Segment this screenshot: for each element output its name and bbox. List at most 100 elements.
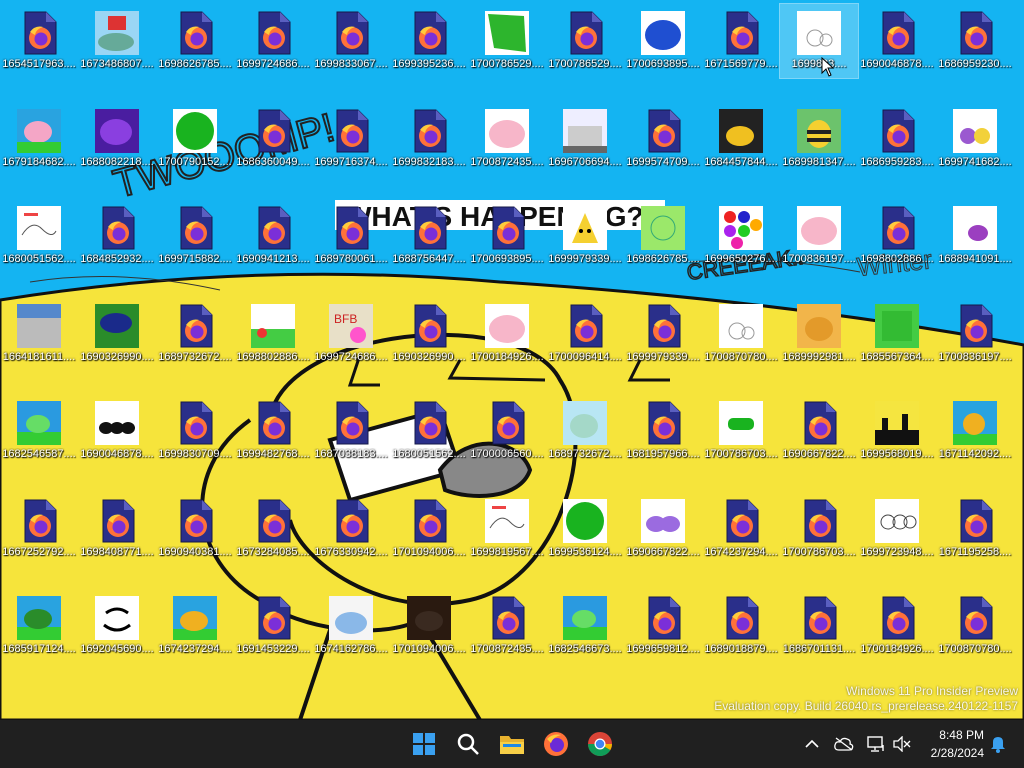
desktop-icon[interactable]: 1689732672....: [156, 297, 234, 371]
desktop-icon[interactable]: 1671142092....: [936, 394, 1014, 468]
desktop-icon[interactable]: 1700870780....: [936, 589, 1014, 663]
desktop-icon[interactable]: 1674162786....: [312, 589, 390, 663]
desktop-icon[interactable]: 1700693895....: [468, 199, 546, 273]
search-button[interactable]: [448, 724, 488, 764]
desktop-icon[interactable]: 1690046878....: [858, 4, 936, 78]
desktop-icon[interactable]: 1700096414....: [546, 297, 624, 371]
desktop-icon[interactable]: 1654517963....: [0, 4, 78, 78]
desktop-icon[interactable]: 1686701131....: [780, 589, 858, 663]
desktop-icon[interactable]: 1698626785....: [624, 199, 702, 273]
desktop-icon[interactable]: 1700786703....: [780, 492, 858, 566]
desktop-icon[interactable]: 1700872435....: [468, 102, 546, 176]
desktop-icon[interactable]: 1700693895....: [624, 4, 702, 78]
desktop-icon[interactable]: 1699833067....: [312, 4, 390, 78]
desktop-icon[interactable]: 1699715882....: [156, 199, 234, 273]
desktop-icon[interactable]: 1689992981....: [780, 297, 858, 371]
desktop-icon[interactable]: 1674237294....: [702, 492, 780, 566]
desktop-icon[interactable]: 1699574709....: [624, 102, 702, 176]
network-tray-button[interactable]: [864, 732, 888, 756]
desktop-icon[interactable]: 1700836197....: [780, 199, 858, 273]
desktop-icon[interactable]: 1688756447....: [390, 199, 468, 273]
file-explorer-button[interactable]: [492, 724, 532, 764]
desktop-icon[interactable]: 1689732672....: [546, 394, 624, 468]
desktop-icon[interactable]: 1689780061....: [312, 199, 390, 273]
desktop-icon[interactable]: 1699979339....: [546, 199, 624, 273]
desktop-icon[interactable]: 1688941091....: [936, 199, 1014, 273]
desktop-icon[interactable]: 1699482768....: [234, 394, 312, 468]
desktop-icon[interactable]: 1685567364....: [858, 297, 936, 371]
desktop-icon[interactable]: 1686959283....: [858, 102, 936, 176]
desktop-icon[interactable]: 1684852932....: [78, 199, 156, 273]
desktop-icon[interactable]: 1699716374....: [312, 102, 390, 176]
desktop-icon[interactable]: 1688082218....: [78, 102, 156, 176]
desktop-icon[interactable]: 1680051562....: [0, 199, 78, 273]
desktop-icon[interactable]: 1698802886....: [858, 199, 936, 273]
desktop-icon[interactable]: 1699741682....: [936, 102, 1014, 176]
desktop-icon[interactable]: 1699724686....: [234, 4, 312, 78]
firefox-taskbar-button[interactable]: [536, 724, 576, 764]
desktop-icon[interactable]: 1673284085....: [234, 492, 312, 566]
volume-tray-button[interactable]: [890, 732, 914, 756]
desktop-icon[interactable]: 1700006560....: [468, 394, 546, 468]
desktop-icon[interactable]: 1667252792....: [0, 492, 78, 566]
desktop-icon[interactable]: 1700786703....: [702, 394, 780, 468]
desktop-icon[interactable]: 1686959230....: [936, 4, 1014, 78]
desktop-icon[interactable]: 1692045690....: [78, 589, 156, 663]
desktop-icon[interactable]: 1699568019....: [858, 394, 936, 468]
desktop-icon[interactable]: 1699723948....: [858, 492, 936, 566]
desktop-icon[interactable]: 1671195258....: [936, 492, 1014, 566]
desktop-icon[interactable]: 1696706694....: [546, 102, 624, 176]
desktop-icon[interactable]: 1701094006....: [390, 492, 468, 566]
desktop-icon[interactable]: 1679184682....: [0, 102, 78, 176]
desktop-icon[interactable]: 1700790152....: [156, 102, 234, 176]
desktop-icon[interactable]: 1690326990....: [390, 297, 468, 371]
desktop-icon[interactable]: 1687038183....: [312, 394, 390, 468]
desktop-icon[interactable]: BFB 1699724686....: [312, 297, 390, 371]
desktop-icon[interactable]: 1698802886....: [234, 297, 312, 371]
chrome-taskbar-button[interactable]: [580, 724, 620, 764]
desktop-icon[interactable]: 1700184926....: [468, 297, 546, 371]
desktop-icon[interactable]: 1682546587....: [0, 394, 78, 468]
desktop-icon[interactable]: 1664181611....: [0, 297, 78, 371]
desktop-icon[interactable]: 1699536124....: [546, 492, 624, 566]
desktop-icon[interactable]: 1690667822....: [624, 492, 702, 566]
desktop-icon[interactable]: 1691453229....: [234, 589, 312, 663]
desktop-icon[interactable]: 1689018879....: [702, 589, 780, 663]
desktop-icon[interactable]: 1700184926....: [858, 589, 936, 663]
desktop-icon[interactable]: 1676330942....: [312, 492, 390, 566]
desktop-icon[interactable]: 1700786529....: [546, 4, 624, 78]
desktop-icon[interactable]: 1682546673....: [546, 589, 624, 663]
desktop-icon[interactable]: 1673486807....: [78, 4, 156, 78]
desktop-icon[interactable]: 1700870780....: [702, 297, 780, 371]
system-clock[interactable]: 8:48 PM 2/28/2024: [920, 726, 984, 762]
desktop-icon[interactable]: 1690046878....: [78, 394, 156, 468]
desktop-icon[interactable]: 1699650276....: [702, 199, 780, 273]
desktop-icon[interactable]: 1685917124....: [0, 589, 78, 663]
desktop-icon[interactable]: 1699659812....: [624, 589, 702, 663]
desktop-icon[interactable]: 1674237294....: [156, 589, 234, 663]
desktop-icon[interactable]: 1699819567....: [468, 492, 546, 566]
desktop-icon[interactable]: 1680051562....: [390, 394, 468, 468]
desktop-icon[interactable]: 1690941213....: [234, 199, 312, 273]
desktop-icon[interactable]: 1684457844....: [702, 102, 780, 176]
desktop-icon[interactable]: 1671569779....: [702, 4, 780, 78]
desktop-icon[interactable]: 1699830709....: [156, 394, 234, 468]
desktop[interactable]: TWOOOMP! WHAT'S HAPPENING?!! CREEEAK.. W…: [0, 0, 1024, 720]
notifications-button[interactable]: [986, 732, 1010, 756]
desktop-icon[interactable]: 1681957966....: [624, 394, 702, 468]
desktop-icon[interactable]: 1699832183....: [390, 102, 468, 176]
desktop-icon[interactable]: 1700836197....: [936, 297, 1014, 371]
desktop-icon[interactable]: 1689981347....: [780, 102, 858, 176]
desktop-icon[interactable]: 1690667822....: [780, 394, 858, 468]
show-hidden-icons-button[interactable]: [800, 732, 824, 756]
desktop-icon[interactable]: 1699395236....: [390, 4, 468, 78]
desktop-icon[interactable]: 1701094006....: [390, 589, 468, 663]
desktop-icon[interactable]: 1698626785....: [156, 4, 234, 78]
desktop-icon[interactable]: 1690940381....: [156, 492, 234, 566]
desktop-icon[interactable]: 1700786529....: [468, 4, 546, 78]
desktop-icon[interactable]: 1699833....: [779, 3, 859, 79]
onedrive-tray-button[interactable]: [832, 732, 856, 756]
desktop-icon[interactable]: 1698408771....: [78, 492, 156, 566]
desktop-icon[interactable]: 1690326990....: [78, 297, 156, 371]
desktop-icon[interactable]: 1700872435....: [468, 589, 546, 663]
